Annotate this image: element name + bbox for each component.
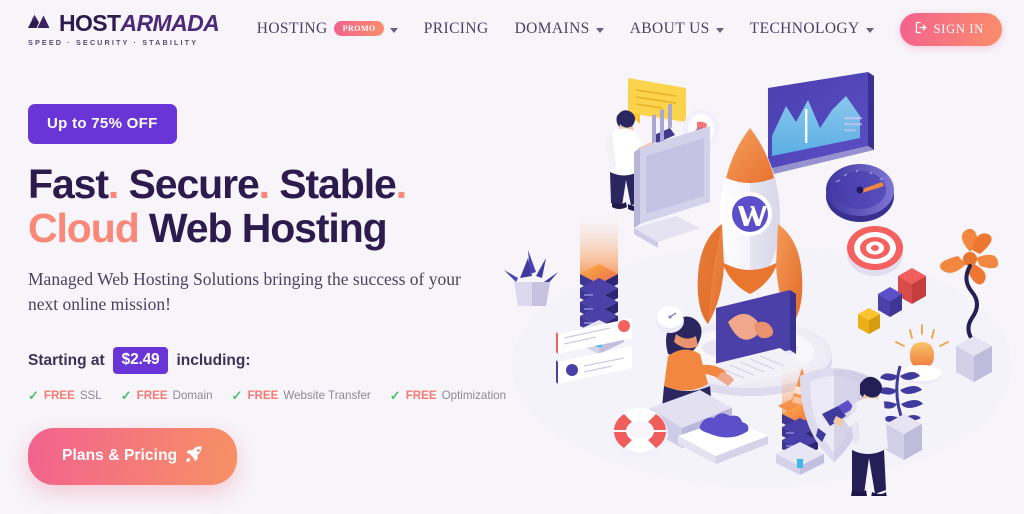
site-header: HOST ARMADA SPEED · SECURITY · STABILITY… <box>0 0 1024 58</box>
feature-item-optimization: ✓ FREE Optimization <box>390 389 506 402</box>
nav-label-domains: DOMAINS <box>514 20 590 37</box>
feature-item-domain: ✓ FREE Domain <box>121 389 213 402</box>
check-icon: ✓ <box>120 388 132 404</box>
plans-and-pricing-button[interactable]: Plans & Pricing <box>28 428 238 486</box>
nav-item-hosting[interactable]: HOSTING PROMO <box>257 20 398 38</box>
feature-label: Optimization <box>441 389 507 403</box>
hero-section: Up to 75% OFF Fast. Secure. Stable. Clou… <box>0 58 1024 486</box>
feature-label: SSL <box>79 389 102 403</box>
nav-item-domains[interactable]: DOMAINS <box>515 20 604 38</box>
check-icon: ✓ <box>231 388 243 404</box>
sign-in-arrow-icon <box>915 21 928 38</box>
chevron-down-icon <box>715 27 724 33</box>
page-title: Fast. Secure. Stable. Cloud Web Hosting <box>28 161 1024 251</box>
nav-item-pricing[interactable]: PRICING <box>424 20 489 38</box>
promo-badge: PROMO <box>333 20 384 36</box>
feature-label: Domain <box>172 389 213 403</box>
check-icon: ✓ <box>28 388 39 404</box>
logo-tagline: SPEED · SECURITY · STABILITY <box>28 38 199 47</box>
chevron-down-icon <box>389 27 398 33</box>
chevron-down-icon <box>865 27 874 33</box>
hero-subtitle: Managed Web Hosting Solutions bringing t… <box>28 268 461 315</box>
nav-label-about-us: ABOUT US <box>629 20 710 37</box>
sign-in-label: SIGN IN <box>933 21 984 36</box>
nav-label-hosting: HOSTING <box>256 20 328 37</box>
price-suffix: including: <box>176 351 251 369</box>
sign-in-button[interactable]: SIGN IN <box>899 12 1002 46</box>
check-icon: ✓ <box>389 388 401 404</box>
feature-free-label: FREE <box>43 389 75 403</box>
feature-free-label: FREE <box>136 389 168 403</box>
price-prefix: Starting at <box>28 351 105 369</box>
site-logo[interactable]: HOST ARMADA SPEED · SECURITY · STABILITY <box>26 9 220 47</box>
rocket-icon <box>186 445 203 467</box>
logo-armada-text: ARMADA <box>120 9 220 36</box>
main-navigation: HOSTING PROMO PRICING DOMAINS ABOUT US T… <box>257 12 1002 46</box>
logo-wordmark: HOST ARMADA <box>26 9 220 36</box>
nav-item-technology[interactable]: TECHNOLOGY <box>750 20 874 38</box>
price-row: Starting at $2.49 including: <box>28 347 1024 375</box>
offer-badge: Up to 75% OFF <box>28 104 177 144</box>
feature-label: Website Transfer <box>283 389 371 403</box>
mountain-arrow-icon <box>26 11 56 35</box>
nav-label-technology: TECHNOLOGY <box>749 20 860 37</box>
feature-free-label: FREE <box>405 389 437 403</box>
feature-free-label: FREE <box>247 389 279 403</box>
feature-item-website-transfer: ✓ FREE Website Transfer <box>232 389 371 402</box>
headline-line-1: Fast. Secure. Stable. <box>28 161 407 207</box>
nav-item-about-us[interactable]: ABOUT US <box>630 20 724 38</box>
feature-list: ✓ FREE SSL ✓ FREE Domain ✓ FREE Website … <box>28 389 1024 402</box>
chevron-down-icon <box>595 27 604 33</box>
price-chip: $2.49 <box>112 347 169 375</box>
feature-item-ssl: ✓ FREE SSL <box>28 389 102 402</box>
headline-cloud: Cloud <box>28 204 140 251</box>
cta-label: Plans & Pricing <box>62 447 178 465</box>
logo-host-text: HOST <box>59 9 121 36</box>
nav-label-pricing: PRICING <box>423 20 489 37</box>
headline-web-hosting: Web Hosting <box>138 204 388 251</box>
